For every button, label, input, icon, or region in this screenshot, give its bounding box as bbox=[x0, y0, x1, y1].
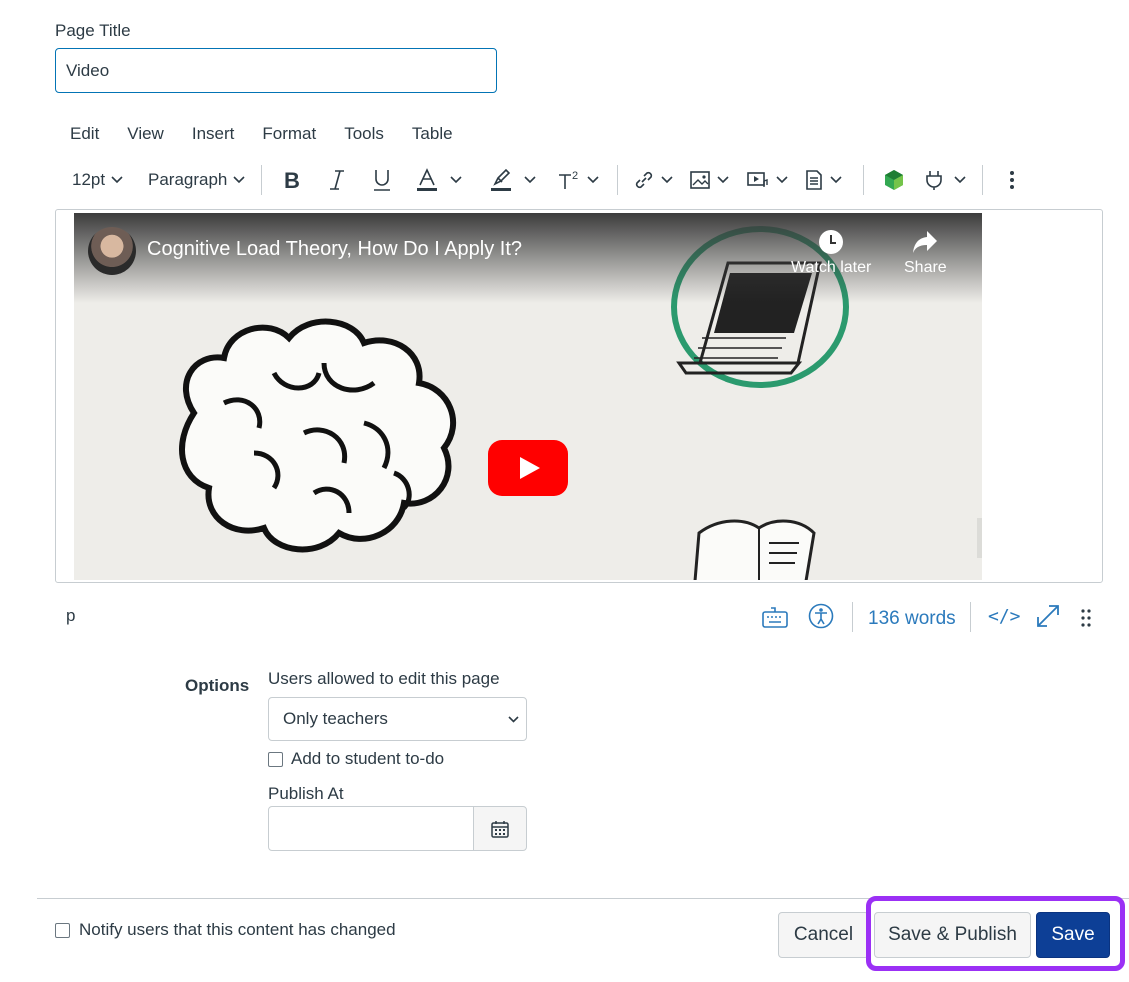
menu-format[interactable]: Format bbox=[248, 122, 330, 148]
chevron-down-icon bbox=[111, 176, 123, 184]
block-format-value: Paragraph bbox=[148, 170, 228, 189]
chevron-down-icon bbox=[508, 716, 519, 723]
highlight-color-button[interactable] bbox=[490, 160, 536, 200]
edit-permission-label: Users allowed to edit this page bbox=[268, 669, 500, 688]
drag-handle-icon bbox=[1081, 609, 1091, 627]
edit-permission-select[interactable]: Only teachers bbox=[268, 697, 527, 741]
chevron-down-icon bbox=[776, 176, 788, 184]
block-format-dropdown[interactable]: Paragraph bbox=[148, 160, 245, 200]
chevron-down-icon bbox=[524, 176, 536, 184]
page-title-label: Page Title bbox=[55, 21, 131, 40]
font-size-value: 12pt bbox=[72, 170, 106, 189]
publish-at-input[interactable] bbox=[268, 806, 474, 851]
calendar-icon bbox=[491, 820, 509, 838]
chevron-down-icon bbox=[661, 176, 673, 184]
text-color-button[interactable] bbox=[416, 160, 462, 200]
publish-at-label: Publish At bbox=[268, 784, 344, 803]
font-size-dropdown[interactable]: 12pt bbox=[72, 160, 123, 200]
document-button[interactable] bbox=[804, 160, 842, 200]
highlight-outline bbox=[866, 896, 1125, 971]
chevron-down-icon bbox=[450, 176, 462, 184]
chevron-down-icon bbox=[830, 176, 842, 184]
image-icon bbox=[690, 171, 710, 189]
document-icon bbox=[806, 170, 822, 190]
date-picker-button[interactable] bbox=[473, 806, 527, 851]
menu-insert[interactable]: Insert bbox=[178, 122, 249, 148]
watch-later-label: Watch later bbox=[791, 259, 872, 276]
add-to-todo-checkbox[interactable] bbox=[268, 752, 283, 767]
plug-icon bbox=[926, 171, 942, 190]
resize-handle[interactable] bbox=[1081, 608, 1091, 633]
accessibility-checker-button[interactable] bbox=[808, 603, 834, 634]
link-icon bbox=[635, 171, 653, 189]
superscript-button[interactable]: 2 bbox=[557, 160, 599, 200]
more-options-button[interactable] bbox=[1009, 160, 1015, 200]
edit-permission-value: Only teachers bbox=[283, 709, 388, 728]
page-title-input[interactable]: Video bbox=[55, 48, 497, 93]
menu-edit[interactable]: Edit bbox=[56, 122, 113, 148]
share-label: Share bbox=[904, 259, 947, 276]
keyboard-shortcuts-button[interactable] bbox=[762, 605, 788, 634]
options-label: Options bbox=[185, 676, 250, 695]
chevron-down-icon bbox=[954, 176, 966, 184]
cube-app-icon bbox=[885, 170, 903, 190]
chevron-down-icon bbox=[587, 176, 599, 184]
element-path[interactable]: p bbox=[66, 606, 75, 626]
share-button[interactable]: Share bbox=[904, 229, 947, 277]
chevron-down-icon bbox=[717, 176, 729, 184]
menu-tools[interactable]: Tools bbox=[330, 122, 398, 148]
add-to-todo-label[interactable]: Add to student to-do bbox=[291, 749, 444, 769]
underline-button[interactable] bbox=[372, 160, 392, 200]
image-button[interactable] bbox=[689, 160, 729, 200]
expand-icon bbox=[1037, 605, 1059, 627]
italic-icon bbox=[330, 170, 344, 190]
clock-icon bbox=[819, 230, 844, 254]
text-color-icon bbox=[417, 168, 437, 191]
apps-button[interactable] bbox=[924, 160, 966, 200]
embedded-video[interactable]: Cognitive Load Theory, How Do I Apply It… bbox=[74, 213, 982, 580]
bold-icon: B bbox=[284, 169, 300, 191]
menu-view[interactable]: View bbox=[113, 122, 178, 148]
editor-toolbar: 12pt Paragraph B 2 bbox=[56, 160, 1106, 200]
svg-text:2: 2 bbox=[572, 170, 578, 182]
keyboard-icon bbox=[762, 607, 788, 628]
accessibility-icon bbox=[808, 603, 834, 629]
video-title[interactable]: Cognitive Load Theory, How Do I Apply It… bbox=[147, 238, 522, 261]
highlighter-icon bbox=[491, 168, 511, 191]
menu-table[interactable]: Table bbox=[398, 122, 467, 148]
play-icon bbox=[520, 457, 540, 479]
notify-users-checkbox[interactable] bbox=[55, 923, 70, 938]
media-icon bbox=[747, 172, 768, 187]
media-button[interactable] bbox=[746, 160, 788, 200]
underline-icon bbox=[374, 170, 390, 191]
vertical-dots-icon bbox=[1010, 171, 1014, 189]
fullscreen-button[interactable] bbox=[1035, 603, 1061, 634]
html-editor-toggle[interactable]: </> bbox=[988, 606, 1021, 627]
chevron-down-icon bbox=[233, 176, 245, 184]
cancel-button[interactable]: Cancel bbox=[778, 912, 869, 958]
watch-later-button[interactable]: Watch later bbox=[791, 229, 871, 277]
cancel-button-label: Cancel bbox=[793, 924, 854, 945]
svg-text:B: B bbox=[284, 169, 300, 191]
page-title-value: Video bbox=[66, 61, 110, 80]
italic-button[interactable] bbox=[328, 160, 346, 200]
share-arrow-icon bbox=[913, 231, 938, 253]
notify-users-label[interactable]: Notify users that this content has chang… bbox=[79, 920, 396, 940]
editor-menubar: Edit View Insert Format Tools Table bbox=[56, 122, 467, 148]
bold-button[interactable]: B bbox=[282, 160, 302, 200]
link-button[interactable] bbox=[633, 160, 673, 200]
editor-statusbar: p 136 words </> bbox=[56, 600, 1106, 636]
word-count[interactable]: 136 words bbox=[868, 608, 956, 630]
channel-avatar[interactable] bbox=[88, 227, 136, 275]
superscript-icon: 2 bbox=[559, 170, 578, 189]
play-button[interactable] bbox=[488, 440, 568, 496]
app-plugin-button[interactable] bbox=[883, 160, 905, 200]
